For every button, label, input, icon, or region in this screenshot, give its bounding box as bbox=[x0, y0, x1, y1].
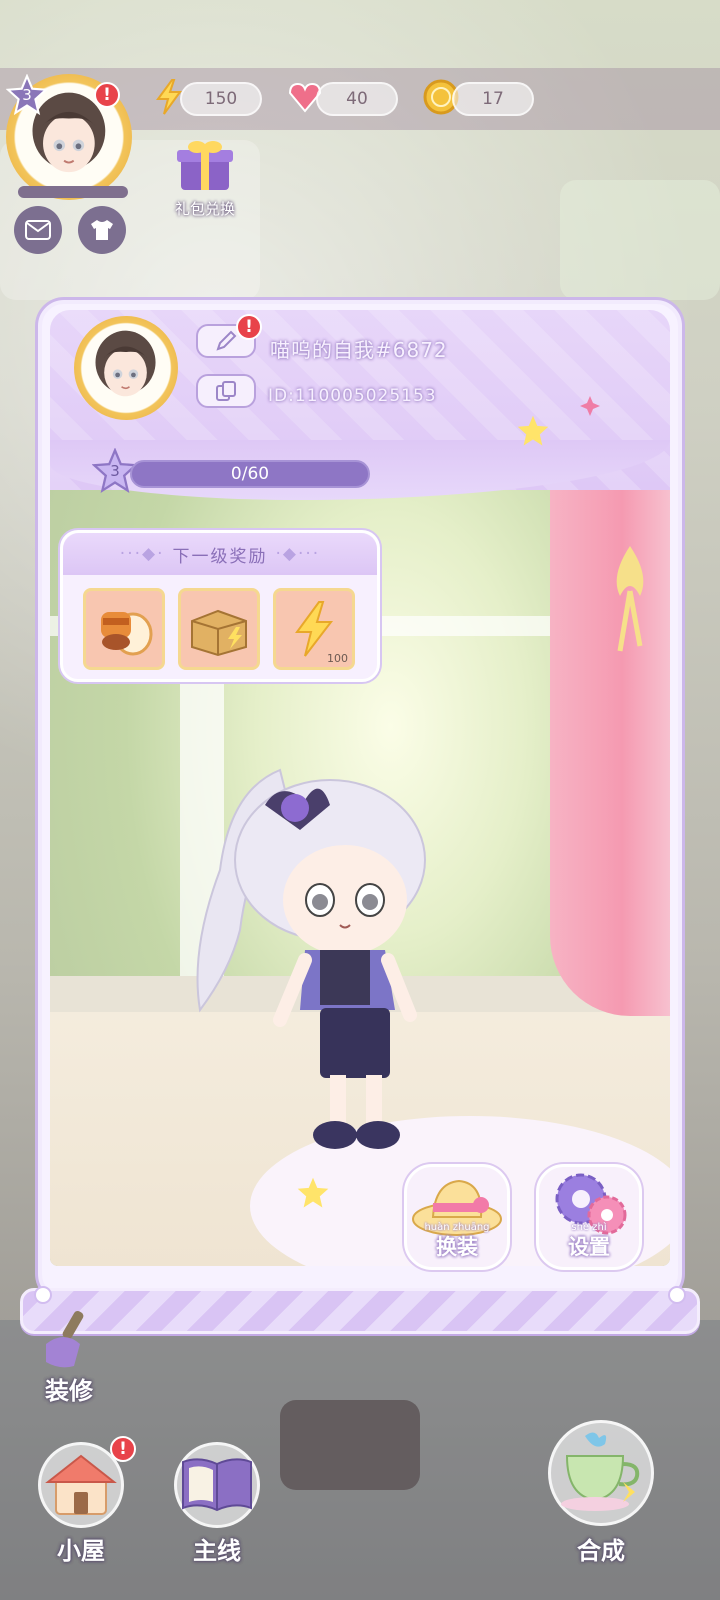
curtain-ribbon bbox=[610, 536, 650, 656]
dress-up-label: 换装 bbox=[436, 1235, 478, 1259]
dress-up-button[interactable]: huàn zhuāng 换装 bbox=[404, 1164, 510, 1270]
title-deco-left: ···◆· bbox=[119, 544, 165, 564]
shirt-icon bbox=[91, 220, 113, 240]
nav-decorate-label: 装修 bbox=[45, 1377, 93, 1405]
player-id: ID:110005025153 bbox=[268, 386, 437, 406]
book-icon bbox=[182, 1458, 252, 1512]
house-icon bbox=[45, 1454, 117, 1515]
settings-button[interactable]: shè zhì 设置 bbox=[536, 1164, 642, 1270]
profile-avatar[interactable] bbox=[74, 316, 178, 420]
pencil-icon bbox=[216, 330, 237, 351]
panel-corner-right bbox=[668, 1286, 686, 1304]
reward-slot-2[interactable] bbox=[178, 588, 260, 670]
avatar-alert-badge: ! bbox=[94, 82, 120, 108]
gift-box-icon bbox=[177, 141, 233, 190]
gift-redeem-button[interactable]: 礼包兑换 bbox=[164, 138, 246, 228]
reward-title-bar: ···◆· 下一级奖励 ·◆··· bbox=[63, 533, 377, 575]
reward-slot-3[interactable]: 100 bbox=[273, 588, 355, 670]
energy-count: 150 bbox=[180, 82, 262, 116]
teacup-icon bbox=[561, 1432, 640, 1511]
nav-merge[interactable]: 合成 bbox=[536, 1410, 666, 1566]
sparkle-star-icon bbox=[517, 415, 549, 446]
copy-icon bbox=[216, 381, 236, 401]
wardrobe-button[interactable] bbox=[78, 206, 126, 254]
nav-merge-label: 合成 bbox=[577, 1537, 625, 1565]
brush-icon bbox=[46, 1310, 84, 1368]
dressed-character[interactable] bbox=[170, 750, 460, 1160]
mail-button[interactable] bbox=[14, 206, 62, 254]
lightning-energy-icon bbox=[295, 601, 334, 657]
reward-slot-1[interactable] bbox=[83, 588, 165, 670]
envelope-icon bbox=[25, 220, 51, 240]
copy-id-button[interactable] bbox=[196, 374, 256, 408]
pink-curtain bbox=[550, 436, 670, 1016]
floor-star-icon bbox=[297, 1177, 329, 1208]
exp-progress-bar: 0/60 bbox=[130, 460, 370, 488]
background-window bbox=[560, 180, 720, 300]
reward-qty-3: 100 bbox=[327, 652, 348, 665]
nav-main-story-label: 主线 bbox=[193, 1537, 241, 1565]
next-level-reward-box: ···◆· 下一级奖励 ·◆··· 100 bbox=[60, 530, 380, 682]
nav-decorate[interactable]: 装修 bbox=[14, 1300, 124, 1420]
coin-count: 17 bbox=[452, 82, 534, 116]
nav-cabin-alert-badge: ! bbox=[110, 1436, 136, 1462]
reward-title: 下一级奖励 bbox=[172, 546, 268, 567]
cardboard-box-icon bbox=[191, 609, 247, 657]
edit-name-alert-badge: ! bbox=[236, 314, 262, 340]
nav-cabin[interactable]: ! 小屋 bbox=[26, 1436, 136, 1566]
gift-redeem-label: 礼包兑换 bbox=[174, 200, 235, 218]
gem-count: 40 bbox=[316, 82, 398, 116]
player-level-text: 3 bbox=[22, 86, 32, 104]
player-level-badge: 3 bbox=[6, 74, 48, 116]
nav-main-story[interactable]: 主线 bbox=[162, 1436, 272, 1566]
cookie-food-icon bbox=[101, 612, 153, 656]
nav-cabin-label: 小屋 bbox=[57, 1537, 105, 1565]
settings-label: 设置 bbox=[568, 1235, 610, 1259]
profile-level-text: 3 bbox=[110, 462, 120, 480]
sparkle-diamond-icon bbox=[580, 396, 600, 416]
title-deco-right: ·◆··· bbox=[275, 544, 321, 564]
avatar-exp-bar bbox=[18, 186, 128, 198]
player-nickname: 喵呜的自我#6872 bbox=[270, 338, 448, 362]
profile-avatar-portrait bbox=[95, 331, 157, 397]
exp-progress-text: 0/60 bbox=[230, 464, 270, 484]
